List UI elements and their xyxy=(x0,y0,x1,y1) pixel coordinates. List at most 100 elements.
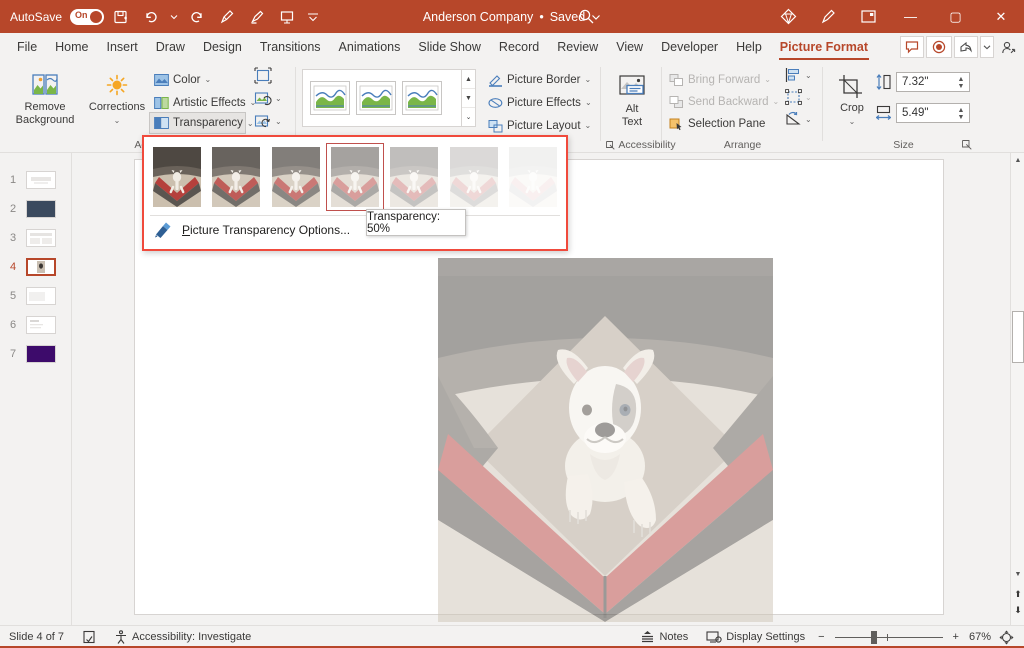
share-dropdown-icon[interactable] xyxy=(980,36,994,58)
send-backward-button[interactable]: Send Backward ⌄ xyxy=(665,91,783,112)
diamond-icon[interactable] xyxy=(768,0,808,33)
tab-developer[interactable]: Developer xyxy=(652,35,727,59)
slide-thumbnail-5[interactable]: 5 xyxy=(0,281,72,310)
notes-button[interactable]: Notes xyxy=(631,626,697,648)
search-icon[interactable] xyxy=(566,5,606,28)
autosave-toggle[interactable]: On xyxy=(70,8,105,25)
scrollbar-thumb[interactable] xyxy=(1012,311,1024,363)
shape-height-input[interactable]: 7.32" ▲ ▼ xyxy=(896,72,970,92)
catch-up-icon[interactable] xyxy=(996,36,1020,58)
bring-forward-chevron-down-icon[interactable]: ⌄ xyxy=(764,75,771,84)
tab-animations[interactable]: Animations xyxy=(330,35,410,59)
undo-icon[interactable] xyxy=(138,4,164,30)
slide-thumbnail-6[interactable]: 6 xyxy=(0,310,72,339)
gallery-scroll-down-icon[interactable]: ▼ xyxy=(462,89,475,108)
tab-view[interactable]: View xyxy=(607,35,652,59)
size-dialog-launcher-icon[interactable] xyxy=(962,140,972,150)
slide-preview[interactable] xyxy=(26,199,56,218)
next-slide-button[interactable]: ⬇ xyxy=(1011,603,1024,617)
slide-thumbnail-2[interactable]: 2 xyxy=(0,194,72,223)
transparency-gallery-dropdown[interactable]: Picture Transparency Options... xyxy=(142,135,568,251)
picture-transparency-options-item[interactable]: Picture Transparency Options... xyxy=(144,216,566,244)
tab-file[interactable]: File xyxy=(8,35,46,59)
transparency-option-5[interactable] xyxy=(445,143,502,211)
tab-review[interactable]: Review xyxy=(548,35,607,59)
slide-counter[interactable]: Slide 4 of 7 xyxy=(0,626,73,648)
comments-icon[interactable] xyxy=(900,36,924,58)
slide-preview[interactable] xyxy=(26,228,56,247)
fit-to-window-icon[interactable] xyxy=(997,626,1020,648)
save-icon[interactable] xyxy=(108,4,134,30)
minimize-button[interactable]: — xyxy=(888,0,933,33)
transparency-option-4[interactable] xyxy=(386,143,443,211)
crop-chevron-down-icon[interactable]: ⌄ xyxy=(849,115,856,128)
tab-help[interactable]: Help xyxy=(727,35,771,59)
selection-pane-button[interactable]: Selection Pane xyxy=(665,113,769,134)
picture-styles-gallery[interactable] xyxy=(302,69,462,127)
slide-thumbnail-7[interactable]: 7 xyxy=(0,339,72,368)
undo-dropdown-icon[interactable] xyxy=(168,4,180,30)
crop-button[interactable]: Crop ⌄ xyxy=(830,66,874,128)
ink-pen-icon[interactable] xyxy=(214,4,240,30)
display-settings-button[interactable]: Display Settings xyxy=(697,626,814,648)
present-icon[interactable] xyxy=(274,4,300,30)
share-icon[interactable] xyxy=(954,36,978,58)
align-button[interactable]: ⌄ xyxy=(785,67,812,83)
shape-width-input[interactable]: 5.49" ▲ ▼ xyxy=(896,103,970,123)
accessibility-status[interactable]: Accessibility: Investigate xyxy=(105,626,260,648)
send-backward-chevron-down-icon[interactable]: ⌄ xyxy=(773,97,780,106)
tab-home[interactable]: Home xyxy=(46,35,97,59)
picture-style-option[interactable] xyxy=(402,81,442,115)
tab-transitions[interactable]: Transitions xyxy=(251,35,330,59)
picture-layout-button[interactable]: Picture Layout ⌄ xyxy=(484,115,595,136)
customize-quick-access-icon[interactable] xyxy=(304,4,322,30)
alt-text-button[interactable]: Alt Text xyxy=(595,67,669,129)
zoom-slider-handle[interactable] xyxy=(870,630,877,644)
tab-picture-format[interactable]: Picture Format xyxy=(771,35,877,60)
zoom-slider[interactable] xyxy=(834,626,943,648)
gallery-more-icon[interactable]: ⌄ xyxy=(462,108,475,126)
tab-record[interactable]: Record xyxy=(490,35,548,59)
picture-effects-chevron-down-icon[interactable]: ⌄ xyxy=(585,98,592,107)
tab-insert[interactable]: Insert xyxy=(98,35,147,59)
scroll-down-button[interactable]: ▼ xyxy=(1011,567,1024,581)
vertical-scrollbar[interactable]: ▲ ▼ ⬆ ⬇ xyxy=(1010,153,1024,625)
slide-preview[interactable] xyxy=(26,257,56,276)
zoom-out-button[interactable]: − xyxy=(814,626,828,648)
redo-icon[interactable] xyxy=(184,4,210,30)
slide-thumbnail-1[interactable]: 1 xyxy=(0,165,72,194)
slide-preview[interactable] xyxy=(26,170,56,189)
picture-style-option[interactable] xyxy=(310,81,350,115)
tab-draw[interactable]: Draw xyxy=(147,35,194,59)
gallery-scroll-up-icon[interactable]: ▲ xyxy=(462,70,475,89)
slide-thumbnail-3[interactable]: 3 xyxy=(0,223,72,252)
transparency-option-2[interactable] xyxy=(267,143,324,211)
shape-width-stepper[interactable]: ▲ ▼ xyxy=(955,104,967,124)
picture-border-button[interactable]: Picture Border ⌄ xyxy=(484,69,595,90)
group-chevron-down-icon[interactable]: ⌄ xyxy=(805,93,812,102)
previous-slide-button[interactable]: ⬆ xyxy=(1011,587,1024,601)
picture-styles-scroll[interactable]: ▲ ▼ ⌄ xyxy=(462,69,476,127)
transparency-option-0[interactable] xyxy=(148,143,205,211)
record-icon[interactable] xyxy=(926,36,952,58)
slide-thumbnail-4[interactable]: 4 xyxy=(0,252,72,281)
pen-icon[interactable] xyxy=(808,0,848,33)
accessibility-dialog-launcher-icon[interactable] xyxy=(606,140,616,150)
slide-thumbnail-panel[interactable]: 1 2 3 4 5 6 7 xyxy=(0,153,72,625)
close-button[interactable]: ✕ xyxy=(978,0,1024,33)
slide-preview[interactable] xyxy=(26,315,56,334)
rotate-button[interactable]: ⌄ xyxy=(785,111,812,127)
zoom-in-button[interactable]: + xyxy=(949,626,963,648)
picture-layout-chevron-down-icon[interactable]: ⌄ xyxy=(585,121,592,130)
group-button[interactable]: ⌄ xyxy=(785,89,812,105)
document-title[interactable]: Anderson Company xyxy=(423,10,533,24)
notes-indicator-icon[interactable] xyxy=(73,626,105,648)
highlighter-icon[interactable] xyxy=(244,4,270,30)
picture-border-chevron-down-icon[interactable]: ⌄ xyxy=(585,75,592,84)
zoom-level[interactable]: 67% xyxy=(963,626,997,648)
transparency-option-3[interactable] xyxy=(326,143,384,211)
align-chevron-down-icon[interactable]: ⌄ xyxy=(805,71,812,80)
ribbon-display-options-icon[interactable] xyxy=(848,0,888,33)
bring-forward-button[interactable]: Bring Forward ⌄ xyxy=(665,69,775,90)
shape-height-stepper[interactable]: ▲ ▼ xyxy=(955,73,967,93)
